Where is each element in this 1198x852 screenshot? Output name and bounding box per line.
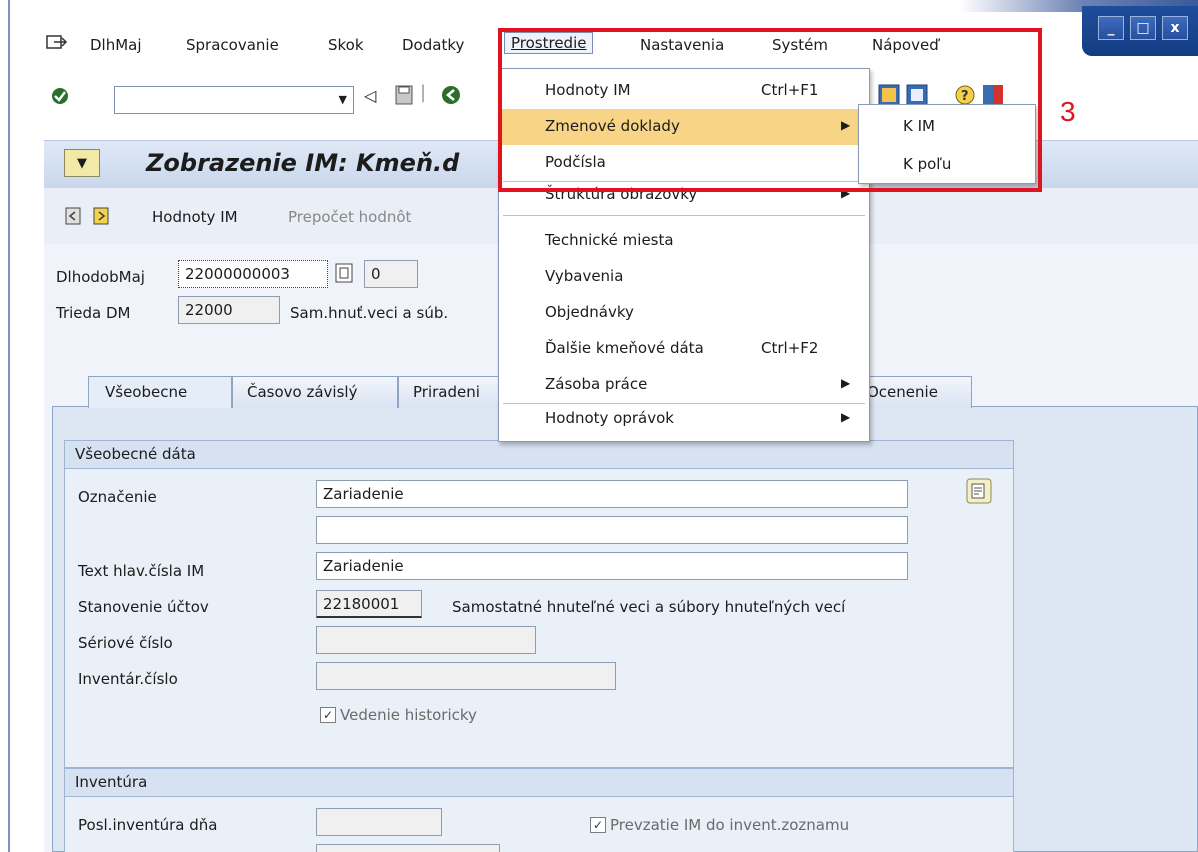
- menu-item-dalsie-kmenove-data[interactable]: Ďalšie kmeňové dáta Ctrl+F2: [499, 331, 869, 367]
- menu-spracovanie[interactable]: Spracovanie: [186, 36, 279, 54]
- menu-item-shortcut: Ctrl+F2: [761, 339, 819, 357]
- enter-icon[interactable]: [50, 86, 70, 111]
- serial-number-field[interactable]: [316, 626, 536, 654]
- menu-item-hodnoty-opravok[interactable]: Hodnoty oprávok ▶: [499, 405, 869, 441]
- dlhodobmaj-label: DlhodobMaj: [56, 268, 145, 286]
- asset-class-field[interactable]: 22000: [178, 296, 280, 324]
- main-number-text-label: Text hlav.čísla IM: [78, 562, 205, 580]
- subnumber-field[interactable]: 0: [364, 260, 418, 288]
- extra-field[interactable]: [316, 844, 500, 852]
- history-checkbox[interactable]: ✓ Vedenie historicky: [320, 706, 477, 724]
- previous-icon[interactable]: [64, 206, 82, 231]
- last-inventory-label: Posl.inventúra dňa: [78, 816, 218, 834]
- annotation-step-number: 3: [1060, 96, 1076, 127]
- separator: |: [420, 82, 427, 103]
- trieda-label: Trieda DM: [56, 304, 131, 322]
- menu-item-label: Zásoba práce: [545, 375, 648, 393]
- maximize-icon[interactable]: □: [1130, 16, 1156, 40]
- account-determination-label: Stanovenie účtov: [78, 598, 209, 616]
- back-icon[interactable]: [440, 84, 462, 111]
- menu-item-label: Technické miesta: [545, 231, 674, 249]
- page-title: Zobrazenie IM: Kmeň.d: [146, 149, 460, 177]
- main-number-text-field[interactable]: Zariadenie: [316, 552, 908, 580]
- menu-item-label: Objednávky: [545, 303, 634, 321]
- tab-casovo[interactable]: Časovo závislý: [232, 376, 398, 408]
- menu-skok[interactable]: Skok: [328, 36, 364, 54]
- long-text-icon[interactable]: [966, 478, 992, 509]
- account-determination-desc: Samostatné hnuteľné veci a súbory hnuteľ…: [452, 598, 846, 616]
- checkbox-icon: ✓: [590, 817, 606, 833]
- tab-ocenenie[interactable]: Ocenenie: [852, 376, 972, 408]
- window-top-border: [0, 0, 1198, 12]
- menu-dodatky[interactable]: Dodatky: [402, 36, 464, 54]
- asset-number-field[interactable]: 22000000003: [178, 260, 328, 288]
- tab-vseobecne-label: Všeobecne: [105, 383, 188, 401]
- inventory-group: Inventúra: [64, 768, 1014, 852]
- minimize-icon[interactable]: _: [1098, 16, 1124, 40]
- last-inventory-field[interactable]: [316, 808, 442, 836]
- title-menu-icon[interactable]: ▼: [64, 149, 100, 177]
- recalc-values-button[interactable]: Prepočet hodnôt: [288, 208, 411, 226]
- menu-exit-icon[interactable]: [46, 34, 68, 52]
- menu-dlhmaj[interactable]: DlhMaj: [90, 36, 142, 54]
- menu-item-objednavky[interactable]: Objednávky: [499, 295, 869, 331]
- asset-class-desc: Sam.hnuť.veci a súb.: [290, 304, 449, 322]
- inventory-list-checkbox[interactable]: ✓ Prevzatie IM do invent.zoznamu: [590, 816, 849, 834]
- menu-separator: [503, 403, 865, 404]
- back-arrow-icon[interactable]: ◁: [364, 86, 376, 105]
- chevron-down-icon[interactable]: ▼: [339, 93, 347, 106]
- serial-number-label: Sériové číslo: [78, 634, 173, 652]
- submenu-arrow-icon: ▶: [841, 410, 851, 424]
- menu-item-vybavenia[interactable]: Vybavenia: [499, 259, 869, 295]
- description2-field[interactable]: [316, 516, 908, 544]
- inventory-list-checkbox-label: Prevzatie IM do invent.zoznamu: [610, 816, 850, 834]
- inventory-number-field[interactable]: [316, 662, 616, 690]
- window-controls: _ □ x: [1082, 6, 1198, 56]
- inventory-group-title: Inventúra: [65, 769, 1013, 797]
- window-left-border: [0, 0, 10, 852]
- tab-vseobecne[interactable]: Všeobecne: [88, 376, 232, 408]
- menu-item-label: Ďalšie kmeňové dáta: [545, 339, 704, 357]
- sap-window: _ □ x DlhMaj Spracovanie Skok Dodatky Pr…: [0, 0, 1198, 852]
- tab-ocenenie-label: Ocenenie: [867, 383, 938, 401]
- annotation-highlight-box: [498, 28, 1042, 192]
- copy-icon[interactable]: [334, 262, 354, 289]
- checkbox-icon: ✓: [320, 707, 336, 723]
- menu-item-label: Vybavenia: [545, 267, 624, 285]
- asset-values-button[interactable]: Hodnoty IM: [152, 208, 238, 226]
- next-icon[interactable]: [92, 206, 110, 231]
- command-field[interactable]: ▼: [114, 86, 354, 114]
- inventory-number-label: Inventár.číslo: [78, 670, 178, 688]
- menu-separator: [503, 215, 865, 216]
- description-field[interactable]: Zariadenie: [316, 480, 908, 508]
- history-checkbox-label: Vedenie historicky: [340, 706, 477, 724]
- tab-priradenia[interactable]: Priradeni: [398, 376, 510, 408]
- account-determination-field[interactable]: 22180001: [316, 590, 422, 618]
- menu-item-technicke-miesta[interactable]: Technické miesta: [499, 223, 869, 259]
- tab-priradenia-label: Priradeni: [413, 383, 480, 401]
- oznacenie-label: Označenie: [78, 488, 157, 506]
- tab-casovo-label: Časovo závislý: [247, 383, 358, 401]
- submenu-arrow-icon: ▶: [841, 376, 851, 390]
- menu-item-label: Hodnoty oprávok: [545, 409, 674, 427]
- menu-item-zasoba-prace[interactable]: Zásoba práce ▶: [499, 367, 869, 403]
- close-icon[interactable]: x: [1162, 16, 1188, 40]
- save-icon[interactable]: [394, 84, 414, 111]
- general-data-title: Všeobecné dáta: [65, 441, 1013, 469]
